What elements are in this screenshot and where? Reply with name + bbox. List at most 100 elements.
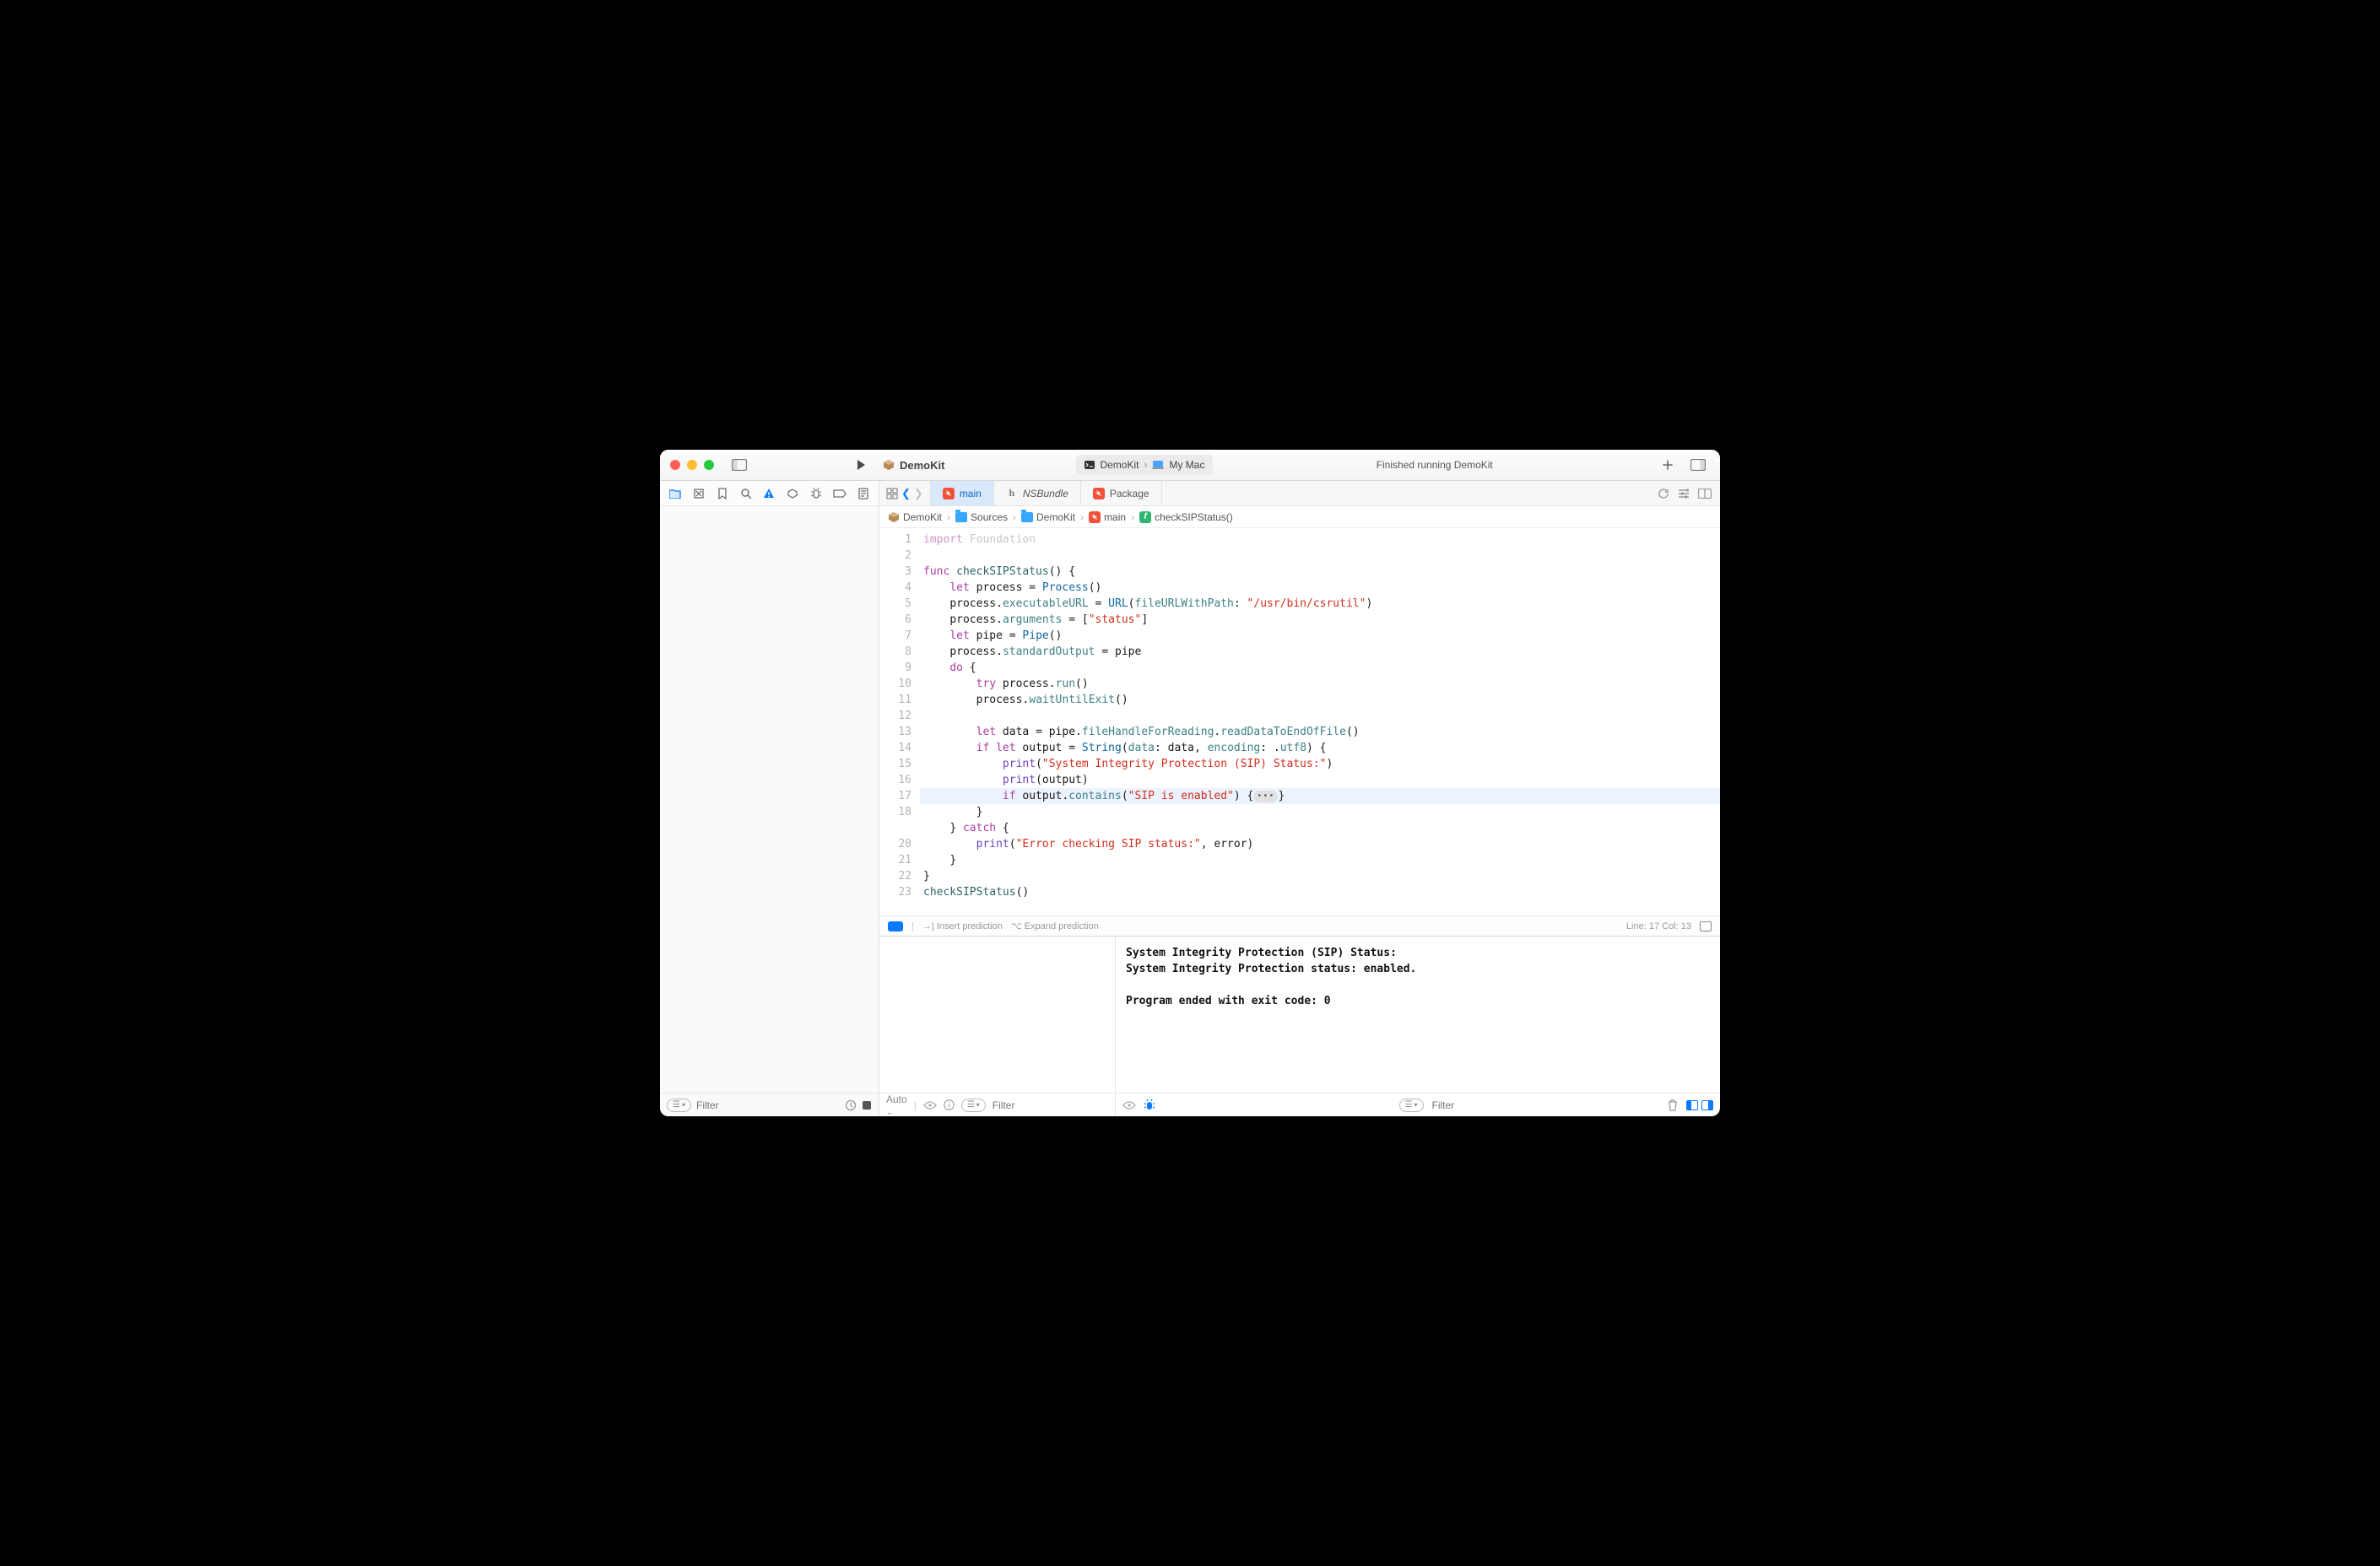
code-line[interactable] (920, 708, 1720, 724)
line-number[interactable]: 16 (879, 772, 911, 788)
line-number[interactable]: 11 (879, 692, 911, 708)
code-line[interactable]: process.waitUntilExit() (920, 692, 1720, 708)
code-fold-ellipsis-icon[interactable]: ••• (1253, 791, 1278, 802)
line-number[interactable]: 14 (879, 740, 911, 756)
project-navigator-icon[interactable] (668, 487, 682, 500)
show-variables-pane-icon[interactable] (1686, 1100, 1698, 1110)
debugger-output-toggle-icon[interactable] (1144, 1099, 1155, 1111)
code-line[interactable]: let data = pipe.fileHandleForReading.rea… (920, 724, 1720, 740)
predictive-badge-icon[interactable] (888, 921, 903, 932)
code-line[interactable]: print("Error checking SIP status:", erro… (920, 836, 1720, 852)
line-number[interactable]: 2 (879, 548, 911, 564)
jumpbar-seg-project[interactable]: DemoKit (888, 511, 942, 523)
code-line[interactable]: if output.contains("SIP is enabled") {••… (920, 788, 1720, 804)
recent-files-icon[interactable] (845, 1099, 857, 1111)
toggle-inspectors-button[interactable] (1686, 455, 1710, 475)
line-number[interactable]: 7 (879, 628, 911, 644)
toggle-navigator-button[interactable] (728, 455, 751, 475)
console-filter-scope[interactable]: ☰▾ (1399, 1099, 1424, 1112)
forward-button[interactable]: ❯ (914, 487, 923, 500)
console-output-toggle-icon[interactable] (1122, 1101, 1136, 1110)
jumpbar-seg-sources[interactable]: Sources (955, 511, 1008, 523)
line-number[interactable]: 21 (879, 852, 911, 868)
code-line[interactable] (920, 548, 1720, 564)
line-number[interactable]: 3 (879, 564, 911, 580)
code-line[interactable]: } (920, 868, 1720, 884)
editor-tab[interactable]: Package (1081, 481, 1162, 505)
variables-filter-scope[interactable]: ☰▾ (961, 1099, 986, 1112)
zoom-window-button[interactable] (704, 460, 714, 470)
jumpbar-seg-main[interactable]: main (1089, 511, 1126, 523)
code-line[interactable]: process.standardOutput = pipe (920, 644, 1720, 660)
line-number[interactable]: 17 (879, 788, 911, 804)
code-line[interactable]: func checkSIPStatus() { (920, 564, 1720, 580)
code-line[interactable]: print(output) (920, 772, 1720, 788)
issues-navigator-icon[interactable] (763, 487, 776, 500)
variables-scope-select[interactable]: Auto ⌄ (886, 1094, 907, 1117)
line-number[interactable]: 8 (879, 644, 911, 660)
close-window-button[interactable] (670, 460, 680, 470)
back-button[interactable]: ❮ (901, 487, 911, 500)
line-number[interactable]: 12 (879, 708, 911, 724)
line-number[interactable]: 20 (879, 836, 911, 852)
debug-pane-toggle[interactable] (1686, 1100, 1713, 1110)
line-number[interactable]: 23 (879, 884, 911, 900)
code-line[interactable]: let process = Process() (920, 580, 1720, 596)
tests-navigator-icon[interactable] (786, 487, 799, 500)
scheme-selector[interactable]: DemoKit › My Mac (1076, 455, 1213, 475)
console-output[interactable]: System Integrity Protection (SIP) Status… (1116, 937, 1720, 1093)
code-line[interactable]: import Foundation (920, 532, 1720, 548)
line-number[interactable]: 5 (879, 596, 911, 612)
code-line[interactable]: if let output = String(data: data, encod… (920, 740, 1720, 756)
source-control-navigator-icon[interactable] (692, 487, 706, 500)
code-line[interactable]: let pipe = Pipe() (920, 628, 1720, 644)
line-number[interactable]: 18 (879, 804, 911, 820)
code-line[interactable]: do { (920, 660, 1720, 676)
adjust-editor-options-icon[interactable] (1678, 489, 1690, 499)
jumpbar-seg-function[interactable]: f checkSIPStatus() (1139, 511, 1233, 523)
variables-view[interactable]: Auto ⌄ | ☰▾ (879, 937, 1116, 1116)
line-number[interactable]: 4 (879, 580, 911, 596)
jumpbar-seg-demokit[interactable]: DemoKit (1021, 511, 1075, 523)
reports-navigator-icon[interactable] (857, 487, 870, 500)
debug-navigator-icon[interactable] (809, 487, 823, 500)
navigator-filter-input[interactable] (696, 1099, 840, 1111)
line-number[interactable]: 10 (879, 676, 911, 692)
code-line[interactable]: } (920, 804, 1720, 820)
bookmarks-navigator-icon[interactable] (716, 487, 729, 500)
clear-console-icon[interactable] (1668, 1099, 1678, 1111)
add-button[interactable] (1656, 455, 1680, 475)
breakpoints-navigator-icon[interactable] (833, 487, 847, 500)
code-line[interactable]: process.arguments = ["status"] (920, 612, 1720, 628)
scm-filter-icon[interactable] (862, 1100, 872, 1110)
show-console-pane-icon[interactable] (1701, 1100, 1713, 1110)
minimap-toggle-icon[interactable] (1700, 921, 1712, 932)
console-filter-input[interactable] (1432, 1099, 1660, 1111)
line-number[interactable]: 13 (879, 724, 911, 740)
line-number[interactable]: 6 (879, 612, 911, 628)
source-code-body[interactable]: import Foundation func checkSIPStatus() … (920, 528, 1720, 915)
source-editor[interactable]: 1234567891011121314151617181920212223 im… (879, 528, 1720, 915)
find-navigator-icon[interactable] (739, 487, 753, 500)
line-number[interactable]: 9 (879, 660, 911, 676)
info-icon[interactable] (944, 1099, 955, 1110)
line-number-gutter[interactable]: 1234567891011121314151617181920212223 (879, 528, 920, 915)
editor-tab[interactable]: main (931, 481, 994, 505)
project-label[interactable]: DemoKit (883, 459, 944, 472)
navigator-content[interactable] (660, 506, 879, 1093)
line-number[interactable]: 15 (879, 756, 911, 772)
line-number[interactable]: 22 (879, 868, 911, 884)
related-items-icon[interactable] (886, 488, 898, 500)
jump-bar[interactable]: DemoKit › Sources › DemoKit › main › f c… (879, 506, 1720, 528)
code-line[interactable]: process.executableURL = URL(fileURLWithP… (920, 596, 1720, 612)
code-line[interactable]: try process.run() (920, 676, 1720, 692)
quicklook-icon[interactable] (923, 1101, 937, 1110)
code-line[interactable]: } (920, 852, 1720, 868)
code-line[interactable]: } catch { (920, 820, 1720, 836)
editor-tab[interactable]: hNSBundle (994, 481, 1081, 505)
filter-scope-button[interactable]: ☰▾ (667, 1099, 691, 1112)
refresh-icon[interactable] (1658, 488, 1669, 500)
breakpoint-marker[interactable]: 19 (879, 820, 911, 836)
add-editor-icon[interactable] (1698, 489, 1712, 499)
code-line[interactable]: checkSIPStatus() (920, 884, 1720, 900)
